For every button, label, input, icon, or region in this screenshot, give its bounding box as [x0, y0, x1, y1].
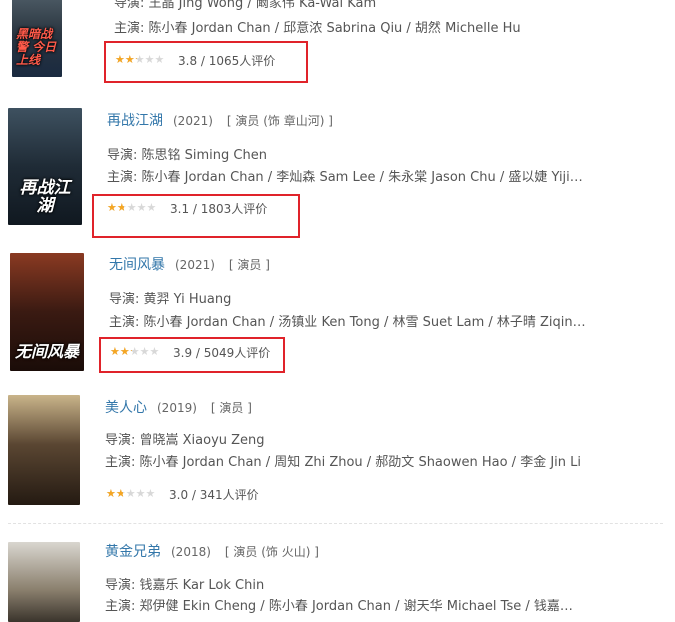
- movie-title-link[interactable]: 再战江湖: [107, 113, 163, 129]
- cast-line: 主演: 陈小春 Jordan Chan / 汤镇业 Ken Tong / 林雪 …: [109, 315, 587, 331]
- movie-item: 无间风暴 无间风暴 (2021) [ 演员 ] 导演: 黄羿 Yi Huang 主演…: [0, 245, 675, 385]
- title-line: 黄金兄弟 (2018) [ 演员 (饰 火山) ]: [105, 544, 319, 561]
- movie-poster[interactable]: 黑暗战警 今日上线: [12, 0, 62, 77]
- title-line: 无间风暴 (2021) [ 演员 ]: [109, 257, 270, 274]
- cast-line: 主演: 陈小春 Jordan Chan / 邱意浓 Sabrina Qiu / …: [114, 21, 521, 36]
- cast-names[interactable]: 陈小春 Jordan Chan / 周知 Zhi Zhou / 郝劭文 Shao…: [140, 455, 582, 470]
- movie-poster[interactable]: 再战江湖: [8, 108, 82, 225]
- poster-title-text: 无间风暴: [14, 342, 79, 361]
- movie-item: 美人心 (2019) [ 演员 ] 导演: 曾晓嵩 Xiaoyu Zeng 主演: …: [0, 385, 675, 525]
- highlight-box: [92, 194, 300, 238]
- movie-title-link[interactable]: 美人心: [105, 400, 147, 416]
- cast-line: 主演: 陈小春 Jordan Chan / 李灿森 Sam Lee / 朱永棠 …: [107, 170, 585, 186]
- director-line: 导演: 陈思铭 Siming Chen: [107, 148, 267, 163]
- director-line: 导演: 曾晓嵩 Xiaoyu Zeng: [105, 433, 265, 448]
- list-divider: [8, 523, 663, 524]
- director-names[interactable]: 钱嘉乐 Kar Lok Chin: [140, 578, 265, 593]
- movie-title-link[interactable]: 无间风暴: [109, 257, 165, 273]
- director-names[interactable]: 王晶 Jing Wong / 阚家伟 Ka-Wai Kam: [149, 0, 377, 11]
- movie-poster[interactable]: 无间风暴: [10, 253, 84, 371]
- director-line: 导演: 王晶 Jing Wong / 阚家伟 Ka-Wai Kam: [114, 0, 634, 12]
- cast-names[interactable]: 陈小春 Jordan Chan / 汤镇业 Ken Tong / 林雪 Suet…: [144, 315, 587, 330]
- highlight-box: [104, 41, 308, 83]
- movie-title-link[interactable]: 黄金兄弟: [105, 544, 161, 560]
- movie-role: [ 演员 ]: [228, 258, 270, 272]
- director-line: 导演: 钱嘉乐 Kar Lok Chin: [105, 578, 265, 593]
- poster-title-text: 再战江湖: [19, 178, 71, 216]
- movie-year: (2019): [157, 401, 197, 415]
- director-names[interactable]: 曾晓嵩 Xiaoyu Zeng: [140, 433, 265, 448]
- movie-year: (2018): [171, 545, 211, 559]
- movie-poster[interactable]: [8, 542, 80, 622]
- rating-value: 3.0 / 341人评价: [169, 488, 259, 502]
- cast-names[interactable]: 陈小春 Jordan Chan / 邱意浓 Sabrina Qiu / 胡然 M…: [149, 21, 521, 36]
- poster-title-text: 黑暗战警 今日上线: [16, 27, 57, 67]
- movie-role: [ 演员 (饰 火山) ]: [224, 545, 319, 559]
- movie-year: (2021): [173, 114, 213, 128]
- title-line: 美人心 (2019) [ 演员 ]: [105, 400, 252, 417]
- cast-names[interactable]: 郑伊健 Ekin Cheng / 陈小春 Jordan Chan / 谢天华 M…: [140, 599, 575, 614]
- movie-year: (2021): [175, 258, 215, 272]
- movie-role: [ 演员 (饰 章山河) ]: [226, 114, 333, 128]
- highlight-box: [99, 337, 285, 373]
- rating: ★★★★★★★★★★ 3.0 / 341人评价: [106, 487, 259, 503]
- cast-line: 主演: 陈小春 Jordan Chan / 周知 Zhi Zhou / 郝劭文 …: [105, 455, 582, 470]
- director-names[interactable]: 陈思铭 Siming Chen: [142, 148, 267, 163]
- movie-role: [ 演员 ]: [210, 401, 252, 415]
- movie-item: 黑暗战警 今日上线 导演: 王晶 Jing Wong / 阚家伟 Ka-Wai …: [0, 0, 675, 100]
- director-line: 导演: 黄羿 Yi Huang: [109, 292, 232, 307]
- director-names[interactable]: 黄羿 Yi Huang: [144, 292, 232, 307]
- title-line: 再战江湖 (2021) [ 演员 (饰 章山河) ]: [107, 113, 333, 130]
- movie-item: 黄金兄弟 (2018) [ 演员 (饰 火山) ] 导演: 钱嘉乐 Kar Lok …: [0, 530, 675, 622]
- movie-poster[interactable]: [8, 395, 80, 505]
- movie-item: 再战江湖 再战江湖 (2021) [ 演员 (饰 章山河) ] 导演: 陈思铭 Si…: [0, 100, 675, 245]
- star-rating-icon: ★★★★★★★★★★: [106, 487, 156, 500]
- cast-names[interactable]: 陈小春 Jordan Chan / 李灿森 Sam Lee / 朱永棠 Jaso…: [142, 170, 585, 185]
